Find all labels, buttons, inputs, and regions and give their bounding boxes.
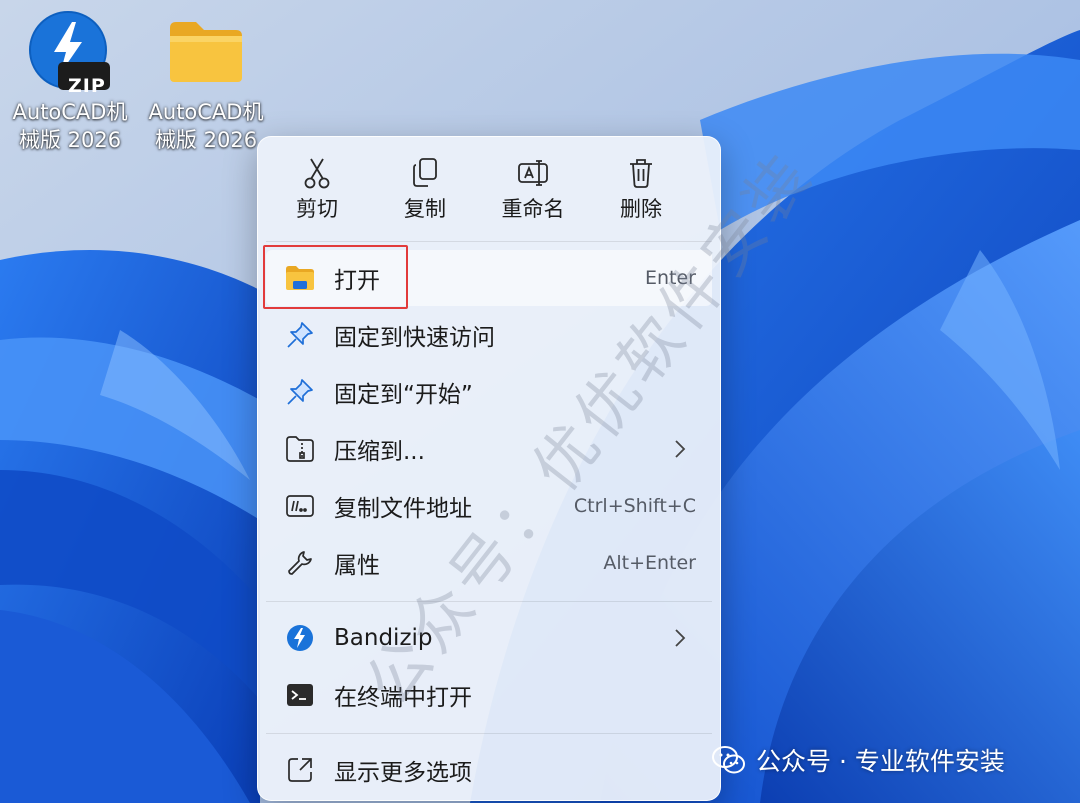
pin-icon (284, 376, 316, 408)
copy-icon (409, 155, 441, 191)
trash-icon (625, 155, 657, 191)
watermark-bottom: 公众号 · 专业软件安装 (712, 740, 1005, 780)
rename-icon (517, 155, 549, 191)
menu-divider (266, 601, 712, 602)
shortcut-label: Enter (645, 267, 696, 289)
menu-item-show-more-options[interactable]: 显示更多选项 (266, 742, 712, 798)
desktop-icon-zip-archive[interactable]: ZIP AutoCAD机械版 2026 (8, 10, 132, 160)
desktop-icon-label: AutoCAD机械版 2026 (148, 100, 264, 152)
context-menu: 剪切 复制 重命名 删除 打开 Enter 固定到快速访问 固定到“开始” 压缩… (257, 136, 721, 801)
zip-badge: ZIP (68, 75, 106, 97)
menu-item-properties[interactable]: 属性 Alt+Enter (266, 535, 712, 591)
desktop-icon-folder[interactable]: AutoCAD机械版 2026 (144, 10, 268, 160)
shortcut-label: Ctrl+Shift+C (573, 495, 696, 517)
menu-item-bandizip[interactable]: Bandizip (266, 610, 712, 666)
bandizip-zip-file-icon: ZIP (28, 10, 112, 97)
wrench-icon (284, 547, 316, 579)
desktop-icon-label: AutoCAD机械版 2026 (12, 100, 128, 152)
menu-divider (266, 241, 712, 242)
wechat-icon (712, 746, 745, 774)
rename-button[interactable]: 重命名 (480, 147, 586, 233)
chevron-right-icon (675, 629, 686, 647)
menu-item-pin-start[interactable]: 固定到“开始” (266, 364, 712, 420)
cut-button[interactable]: 剪切 (264, 147, 370, 233)
terminal-icon (284, 679, 316, 711)
folder-open-icon (284, 262, 316, 294)
pin-icon (284, 319, 316, 351)
quick-actions-bar: 剪切 复制 重命名 删除 (258, 137, 720, 241)
copy-path-icon (284, 490, 316, 522)
menu-item-copy-path[interactable]: 复制文件地址 Ctrl+Shift+C (266, 478, 712, 534)
bandizip-icon (284, 622, 316, 654)
delete-button[interactable]: 删除 (588, 147, 694, 233)
menu-divider (266, 733, 712, 734)
shortcut-label: Alt+Enter (603, 552, 696, 574)
menu-item-open[interactable]: 打开 Enter (266, 250, 712, 306)
copy-button[interactable]: 复制 (372, 147, 478, 233)
chevron-right-icon (675, 440, 686, 458)
more-options-icon (284, 754, 316, 786)
folder-icon (164, 10, 248, 94)
menu-item-open-in-terminal[interactable]: 在终端中打开 (266, 667, 712, 723)
menu-item-pin-quick-access[interactable]: 固定到快速访问 (266, 307, 712, 363)
scissors-icon (301, 155, 333, 191)
menu-item-compress-to[interactable]: 压缩到... (266, 421, 712, 477)
compress-icon (284, 433, 316, 465)
